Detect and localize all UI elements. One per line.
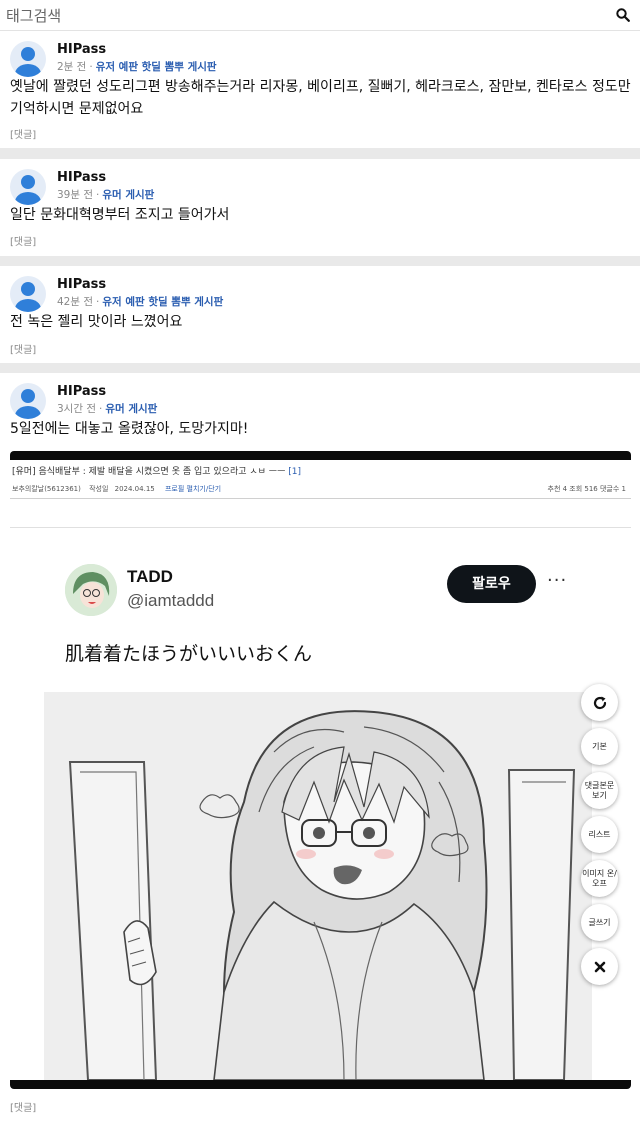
- reply-link[interactable]: [댓글]: [10, 233, 36, 248]
- divider: [10, 527, 631, 528]
- meta-separator: ·: [89, 61, 93, 73]
- username[interactable]: HIPass: [57, 384, 106, 399]
- close-icon: [594, 961, 605, 972]
- post-body[interactable]: 5일전에는 대놓고 올렸잖아, 도망가지마!: [10, 418, 632, 440]
- more-icon: ···: [547, 570, 568, 591]
- post-meta: 39분 전 · 유머 게시판: [57, 187, 154, 202]
- board-link[interactable]: 유저 예판 핫딜 뽐뿌 게시판: [96, 61, 217, 73]
- captured-date-label: 작성일: [89, 485, 109, 493]
- list-label: 리스트: [588, 829, 611, 839]
- tweet-handle: @iamtaddd: [127, 591, 215, 610]
- reply-link[interactable]: [댓글]: [10, 341, 36, 356]
- meta-separator: ·: [96, 189, 100, 201]
- refresh-button[interactable]: [581, 684, 618, 721]
- post-item: HIPass 2분 전 · 유저 예판 핫딜 뽐뿌 게시판 옛날에 짤렸던 성도리그…: [0, 31, 640, 148]
- reply-link[interactable]: [댓글]: [10, 1099, 36, 1114]
- captured-author: 보추의칼날(5612361): [12, 485, 81, 493]
- post-body[interactable]: 전 녹은 젤리 맛이라 느꼈어요: [10, 311, 632, 333]
- avatar[interactable]: [10, 169, 46, 205]
- default-view-button[interactable]: 기본: [581, 728, 618, 765]
- write-button[interactable]: 글쓰기: [581, 904, 618, 941]
- divider: [10, 498, 631, 499]
- captured-date: 2024.04.15: [114, 485, 155, 493]
- write-label: 글쓰기: [588, 917, 611, 927]
- post-item: HIPass 39분 전 · 유머 게시판 일단 문화대혁명부터 조지고 들어가서 …: [0, 159, 640, 256]
- board-link[interactable]: 유저 예판 핫딜 뽐뿌 게시판: [102, 296, 223, 308]
- list-button[interactable]: 리스트: [581, 816, 618, 853]
- avatar[interactable]: [10, 41, 46, 77]
- board-link[interactable]: 유머 게시판: [102, 189, 154, 201]
- captured-title: [유머] 음식배달부 : 제발 배달을 시켰으면 옷 좀 입고 있으라고 ㅅㅂ …: [12, 464, 301, 477]
- board-link[interactable]: 유머 게시판: [105, 403, 157, 415]
- reply-link[interactable]: [댓글]: [10, 126, 36, 141]
- avatar[interactable]: [10, 276, 46, 312]
- post-item: HIPass 42분 전 · 유저 예판 핫딜 뽐뿌 게시판 전 녹은 젤리 맛이라…: [0, 266, 640, 363]
- tag-search-placeholder: 태그검색: [6, 7, 62, 25]
- tweet-display-name: TADD: [127, 567, 173, 586]
- captured-title-text: [유머] 음식배달부 : 제발 배달을 시켰으면 옷 좀 입고 있으라고 ㅅㅂ …: [12, 467, 286, 477]
- refresh-icon: [593, 696, 606, 709]
- post-time: 42분 전: [57, 296, 94, 308]
- post-meta: 2분 전 · 유저 예판 핫딜 뽐뿌 게시판: [57, 59, 217, 74]
- post-time: 39분 전: [57, 189, 94, 201]
- manga-illustration: [44, 692, 592, 1080]
- post-meta: 3시간 전 · 유머 게시판: [57, 401, 157, 416]
- post-body[interactable]: 일단 문화대혁명부터 조지고 들어가서: [10, 204, 632, 226]
- captured-stats: 추천 4 조회 516 댓글수 1: [547, 485, 626, 493]
- tag-search-bar[interactable]: 태그검색: [0, 0, 640, 31]
- post-meta: 42분 전 · 유저 예판 핫딜 뽐뿌 게시판: [57, 294, 223, 309]
- view-comments-body-label: 댓글본문 보기: [584, 780, 615, 800]
- captured-profile-link: 프로필 펼치기/단기: [164, 485, 222, 493]
- post-time: 3시간 전: [57, 403, 96, 415]
- username[interactable]: HIPass: [57, 277, 106, 292]
- captured-page: [유머] 음식배달부 : 제발 배달을 시켰으면 옷 좀 입고 있으라고 ㅅㅂ …: [10, 460, 631, 1080]
- tweet-follow-button: 팔로우: [447, 565, 536, 603]
- post-image[interactable]: [유머] 음식배달부 : 제발 배달을 시켰으면 옷 좀 입고 있으라고 ㅅㅂ …: [10, 451, 631, 1089]
- captured-meta: 보추의칼날(5612361) 작성일 2024.04.15 프로필 펼치기/단기…: [12, 484, 628, 494]
- image-toggle-button[interactable]: 이미지 온/오프: [581, 860, 618, 897]
- view-comments-body-button[interactable]: 댓글본문 보기: [581, 772, 618, 809]
- post-time: 2분 전: [57, 61, 87, 73]
- meta-separator: ·: [99, 403, 103, 415]
- username[interactable]: HIPass: [57, 42, 106, 57]
- tweet-avatar: [65, 564, 117, 616]
- post-body[interactable]: 옛날에 짤렸던 성도리그편 방송해주는거라 리자몽, 베이리프, 질뻐기, 헤라…: [10, 76, 632, 120]
- image-toggle-label: 이미지 온/오프: [582, 868, 617, 888]
- username[interactable]: HIPass: [57, 170, 106, 185]
- tweet-text: 肌着着たほうがいいいおくん: [65, 643, 313, 665]
- default-view-label: 기본: [592, 741, 607, 751]
- close-button[interactable]: [581, 948, 618, 985]
- captured-title-count: [1]: [288, 467, 301, 477]
- meta-separator: ·: [96, 296, 100, 308]
- avatar[interactable]: [10, 383, 46, 419]
- search-icon[interactable]: [616, 8, 630, 22]
